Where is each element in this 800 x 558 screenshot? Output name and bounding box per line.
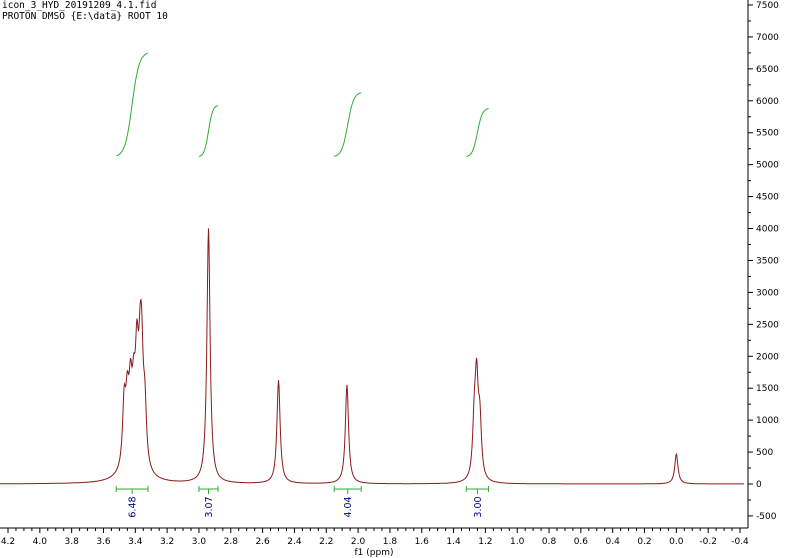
x-tick-label: 2.6 — [255, 537, 270, 547]
y-tick-label: 2000 — [756, 352, 779, 362]
y-tick-label: -500 — [756, 512, 777, 522]
integral-curve — [334, 92, 362, 157]
integration-brackets: 6.48 3.07 4.04 3.00 — [115, 486, 490, 518]
spectrum-trace — [0, 228, 744, 485]
y-tick-label: 5000 — [756, 161, 779, 171]
integral-value-label: 3.07 — [204, 496, 215, 517]
integral-curve — [116, 52, 149, 157]
x-tick-label: 0.2 — [637, 537, 651, 547]
x-tick-label: 3.6 — [96, 537, 111, 547]
x-tick-label: 0.8 — [542, 537, 557, 547]
x-tick-label: 1.8 — [383, 537, 398, 547]
y-tick-label: 7000 — [756, 33, 779, 43]
y-tick-label: 3000 — [756, 288, 779, 298]
x-axis-label: f1 (ppm) — [355, 548, 394, 558]
spectrum-line — [0, 228, 744, 485]
integral-bracket: 4.04 — [333, 486, 362, 518]
y-tick-label: 4500 — [756, 193, 779, 203]
x-tick-label: 2.2 — [319, 537, 333, 547]
y-tick-label: 1500 — [756, 384, 779, 394]
x-tick-label: 1.2 — [478, 537, 492, 547]
integral-curve — [198, 105, 219, 157]
integral-value-label: 3.00 — [473, 496, 484, 517]
x-tick-label: -0.2 — [699, 537, 717, 547]
nmr-spectrum-chart: -500 0 500 1000 1500 2000 2500 3000 3500 4000 4500… — [0, 0, 779, 558]
y-tick-label: 2500 — [756, 320, 779, 330]
y-tick-label: 0 — [756, 480, 762, 490]
x-tick-label: 2.8 — [224, 537, 239, 547]
y-tick-label: 6500 — [756, 65, 779, 75]
y-tick-label: 5500 — [756, 129, 779, 139]
x-tick-label: 0.4 — [606, 537, 621, 547]
y-tick-label: 1000 — [756, 416, 779, 426]
integral-value-label: 4.04 — [343, 496, 354, 517]
x-tick-label: 3.8 — [64, 537, 79, 547]
y-tick-label: 6000 — [756, 97, 779, 107]
x-tick-label: 1.0 — [510, 537, 525, 547]
x-tick-label: 2.4 — [287, 537, 302, 547]
integral-curve — [466, 108, 489, 157]
integral-bracket: 6.48 — [115, 486, 149, 518]
x-axis-ticks: 4.2 4.0 3.8 3.6 3.4 3.2 3.0 2.8 2.6 2.4 2.2 2.0 1.8 1… — [1, 528, 749, 547]
y-tick-label: 4000 — [756, 225, 779, 235]
x-tick-label: 3.0 — [192, 537, 207, 547]
y-axis-ticks: -500 0 500 1000 1500 2000 2500 3000 3500 4000 4500… — [748, 1, 779, 522]
x-tick-label: 1.4 — [446, 537, 461, 547]
x-tick-label: -0.4 — [731, 537, 749, 547]
x-tick-label: 4.0 — [33, 537, 48, 547]
x-tick-label: 2.0 — [351, 537, 366, 547]
integral-curves — [116, 52, 489, 157]
y-tick-label: 7500 — [756, 1, 779, 11]
x-tick-label: 3.4 — [128, 537, 143, 547]
x-tick-label: 1.6 — [415, 537, 430, 547]
x-tick-label: 0.6 — [574, 537, 589, 547]
x-tick-label: 3.2 — [160, 537, 174, 547]
integral-bracket: 3.00 — [465, 486, 490, 518]
y-tick-label: 3500 — [756, 256, 779, 266]
x-tick-label: 0.0 — [669, 537, 684, 547]
integral-bracket: 3.07 — [198, 486, 219, 518]
y-tick-label: 500 — [756, 448, 773, 458]
x-tick-label: 4.2 — [1, 537, 15, 547]
integral-value-label: 6.48 — [128, 496, 139, 517]
